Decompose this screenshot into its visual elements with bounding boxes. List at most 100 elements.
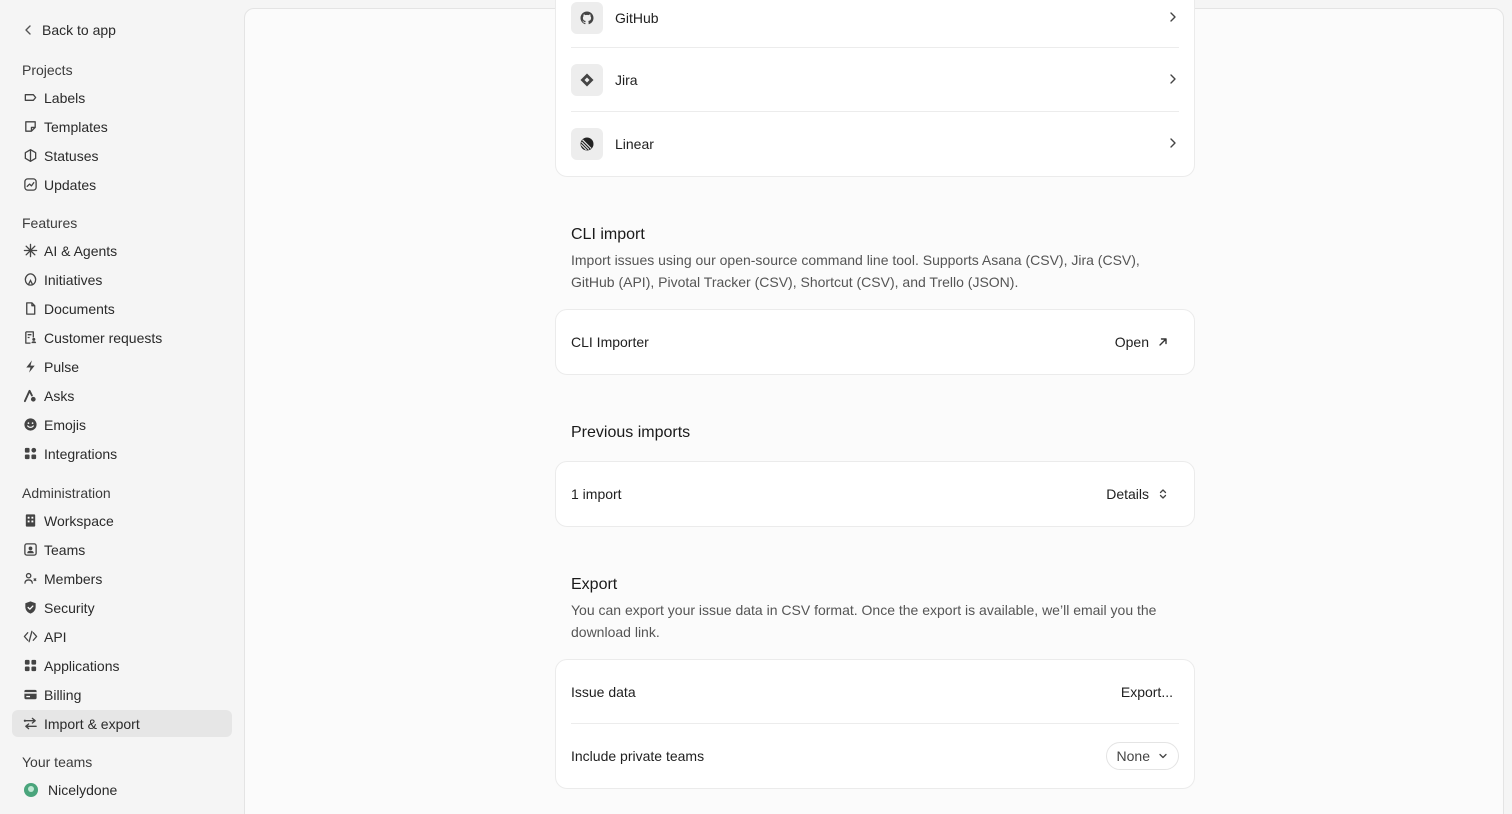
team-icon bbox=[22, 542, 38, 558]
issue-data-label: Issue data bbox=[571, 683, 636, 700]
section-title-your-teams: Your teams bbox=[22, 754, 93, 770]
export-card: Issue data Export... Include private tea… bbox=[555, 659, 1195, 789]
include-private-teams-row: Include private teams None bbox=[571, 724, 1179, 788]
previous-imports-count: 1 import bbox=[571, 486, 622, 502]
sidebar-item-team-nicelydone[interactable]: Nicelydone bbox=[12, 776, 232, 803]
document-icon bbox=[22, 301, 38, 317]
sidebar-item-label: Initiatives bbox=[44, 271, 103, 288]
previous-imports-title: Previous imports bbox=[571, 424, 691, 441]
sidebar-item-label: Customer requests bbox=[44, 329, 163, 346]
sidebar-item-templates[interactable]: Templates bbox=[12, 113, 232, 140]
sidebar-item-statuses[interactable]: Statuses bbox=[12, 142, 232, 169]
sidebar-item-import-export[interactable]: Import & export bbox=[12, 710, 232, 737]
credit-card-icon bbox=[22, 687, 38, 703]
cli-importer-card: CLI Importer Open bbox=[555, 309, 1195, 375]
settings-sidebar: Back to app Projects Labels Templates St… bbox=[0, 0, 244, 814]
code-icon bbox=[22, 629, 38, 645]
lightning-icon bbox=[22, 359, 38, 375]
sidebar-item-security[interactable]: Security bbox=[12, 594, 232, 621]
sidebar-item-teams[interactable]: Teams bbox=[12, 536, 232, 563]
sidebar-item-labels[interactable]: Labels bbox=[12, 84, 232, 111]
cli-open-button[interactable]: Open bbox=[1115, 334, 1169, 350]
import-item-label: Linear bbox=[615, 136, 654, 152]
divider bbox=[571, 47, 1179, 48]
sidebar-item-documents[interactable]: Documents bbox=[12, 295, 232, 322]
customer-request-icon bbox=[22, 330, 38, 346]
sidebar-item-initiatives[interactable]: Initiatives bbox=[12, 266, 232, 293]
hexagon-icon bbox=[22, 148, 38, 164]
back-to-app-link[interactable]: Back to app bbox=[22, 20, 116, 40]
sidebar-item-updates[interactable]: Updates bbox=[12, 171, 232, 198]
sidebar-item-label: Applications bbox=[44, 657, 120, 674]
details-label: Details bbox=[1106, 486, 1149, 502]
chevron-down-icon bbox=[1159, 753, 1167, 759]
export-description: You can export your issue data in CSV fo… bbox=[571, 599, 1171, 643]
sidebar-item-label: Teams bbox=[44, 541, 86, 558]
issue-data-row: Issue data Export... bbox=[571, 660, 1179, 723]
pulse-chart-icon bbox=[22, 177, 38, 193]
sidebar-item-label: Integrations bbox=[44, 445, 118, 462]
building-icon bbox=[22, 513, 38, 529]
sidebar-item-asks[interactable]: Asks bbox=[12, 382, 232, 409]
sidebar-item-label: Labels bbox=[44, 89, 86, 106]
rocket-icon bbox=[22, 272, 38, 288]
include-private-teams-label: Include private teams bbox=[571, 748, 705, 764]
export-title: Export bbox=[571, 576, 618, 593]
back-to-app-label: Back to app bbox=[42, 22, 116, 38]
smiley-icon bbox=[22, 417, 38, 433]
cli-importer-row: CLI Importer Open bbox=[571, 310, 1179, 374]
sidebar-item-emojis[interactable]: Emojis bbox=[12, 411, 232, 438]
sparkle-icon bbox=[22, 243, 38, 259]
sidebar-item-label: API bbox=[44, 628, 67, 645]
sidebar-item-workspace[interactable]: Workspace bbox=[12, 507, 232, 534]
chevron-right-icon bbox=[1167, 10, 1179, 26]
export-description-line: You can export your issue data in CSV fo… bbox=[571, 602, 1157, 618]
jira-icon bbox=[571, 64, 603, 96]
label-icon bbox=[22, 90, 38, 106]
settings-main-panel: GitHub Jira Linear CLI import Import iss… bbox=[244, 0, 1504, 814]
previous-imports-details-button[interactable]: Details bbox=[1106, 486, 1169, 502]
external-link-arrow-icon bbox=[1159, 338, 1167, 346]
section-title-administration: Administration bbox=[22, 485, 111, 501]
import-item-label: Jira bbox=[615, 72, 638, 88]
arrows-swap-icon bbox=[22, 716, 38, 732]
sidebar-item-label: Templates bbox=[44, 118, 108, 135]
sidebar-item-label: Import & export bbox=[44, 715, 140, 732]
import-item-linear[interactable]: Linear bbox=[571, 128, 1179, 160]
sidebar-item-label: Emojis bbox=[44, 416, 87, 433]
sidebar-item-api[interactable]: API bbox=[12, 623, 232, 650]
sidebar-item-integrations[interactable]: Integrations bbox=[12, 440, 232, 467]
chevron-left-icon bbox=[25, 25, 31, 35]
section-title-projects: Projects bbox=[22, 62, 73, 78]
sidebar-item-members[interactable]: Members bbox=[12, 565, 232, 592]
shield-icon bbox=[22, 600, 38, 616]
sidebar-item-ai-agents[interactable]: AI & Agents bbox=[12, 237, 232, 264]
import-item-github[interactable]: GitHub bbox=[571, 2, 1179, 34]
sidebar-item-label: Asks bbox=[44, 387, 75, 404]
sidebar-item-pulse[interactable]: Pulse bbox=[12, 353, 232, 380]
previous-imports-row: 1 import Details bbox=[571, 462, 1179, 526]
sidebar-item-label: Members bbox=[44, 570, 103, 587]
asks-icon bbox=[22, 388, 38, 404]
section-title-features: Features bbox=[22, 215, 78, 231]
import-item-jira[interactable]: Jira bbox=[571, 64, 1179, 96]
sidebar-item-label: Nicelydone bbox=[48, 781, 118, 798]
previous-imports-card: 1 import Details bbox=[555, 461, 1195, 527]
sidebar-item-billing[interactable]: Billing bbox=[12, 681, 232, 708]
sidebar-item-label: Documents bbox=[44, 300, 115, 317]
cli-importer-label: CLI Importer bbox=[571, 334, 649, 350]
cli-import-description-line: GitHub (API), Pivotal Tracker (CSV), Sho… bbox=[571, 274, 1019, 290]
template-icon bbox=[22, 119, 38, 135]
sidebar-item-applications[interactable]: Applications bbox=[12, 652, 232, 679]
private-teams-select[interactable]: None bbox=[1105, 742, 1179, 770]
sidebar-item-label: Workspace bbox=[44, 512, 114, 529]
divider bbox=[571, 111, 1179, 112]
sidebar-item-customer-requests[interactable]: Customer requests bbox=[12, 324, 232, 351]
chevron-up-down-icon bbox=[1159, 489, 1167, 499]
cli-import-description-line: Import issues using our open-source comm… bbox=[571, 252, 1140, 268]
sidebar-item-label: Statuses bbox=[44, 147, 99, 164]
cli-import-description: Import issues using our open-source comm… bbox=[571, 249, 1171, 293]
export-button[interactable]: Export... bbox=[1121, 684, 1173, 700]
cli-open-label: Open bbox=[1114, 334, 1149, 350]
chevron-right-icon bbox=[1167, 136, 1179, 152]
